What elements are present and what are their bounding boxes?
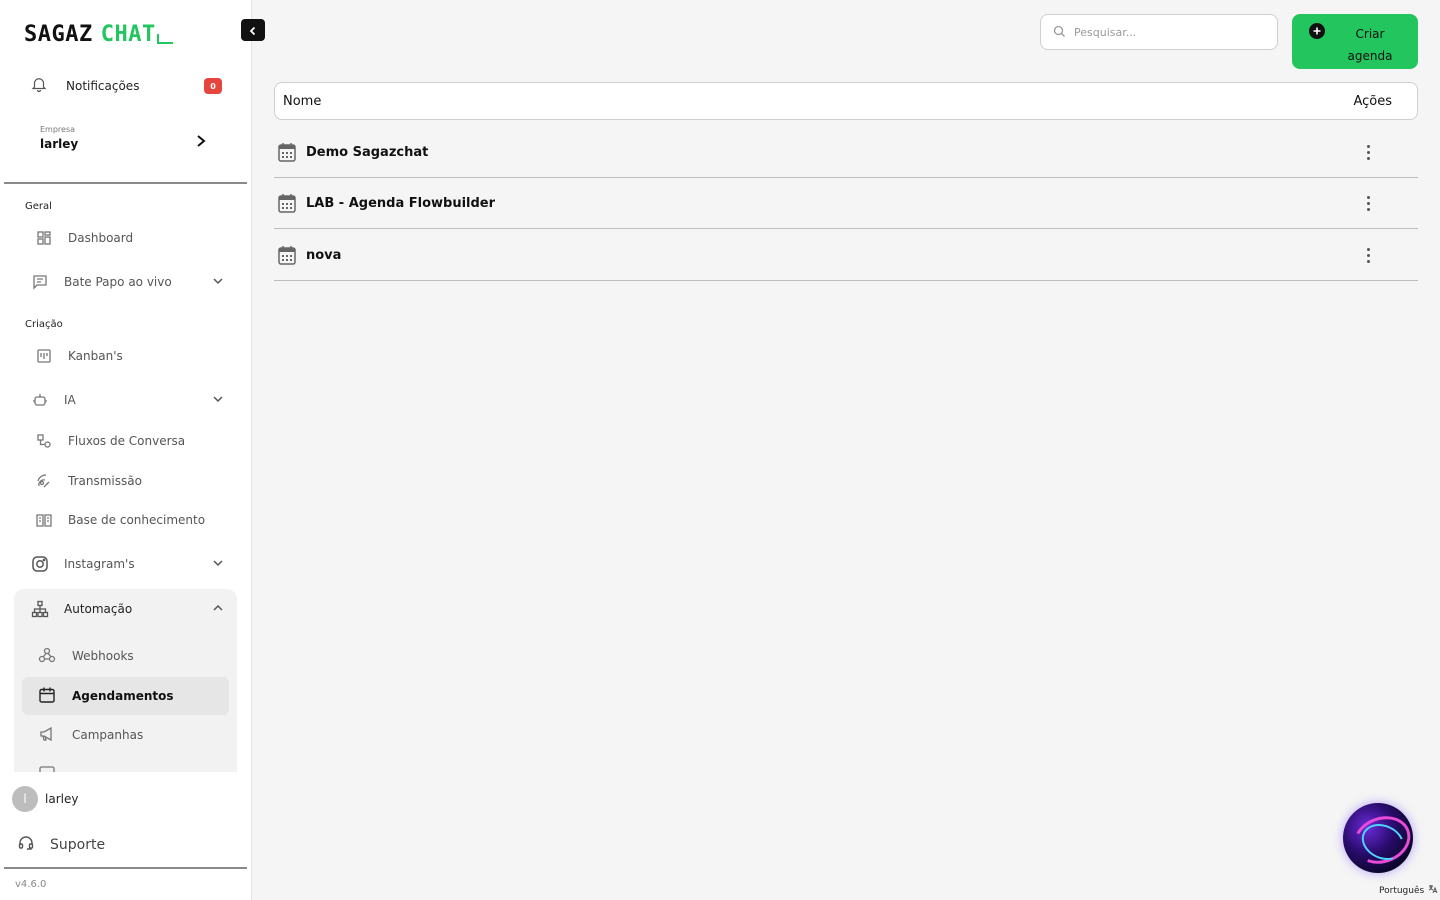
logo-text-accent: CHAT — [100, 21, 156, 47]
sidebar-item-instagram[interactable]: Instagram's — [30, 550, 230, 578]
sidebar: SAGAZ CHAT Notificações 0 Empresa larley… — [0, 0, 252, 900]
section-label-geral: Geral — [25, 201, 52, 212]
sidebar-item-label: Fluxos de Conversa — [68, 434, 186, 448]
sidebar-item-label: IA — [64, 393, 76, 407]
schedule-name: Demo Sagazchat — [306, 144, 429, 160]
create-schedule-button[interactable]: Criar agenda — [1292, 14, 1418, 69]
create-schedule-label-line2: agenda — [1347, 49, 1393, 63]
sidebar-item-webhooks[interactable]: Webhooks — [22, 637, 229, 675]
sidebar-item-label: Webhooks — [72, 649, 134, 663]
sidebar-item-label: Base de conhecimento — [68, 513, 206, 527]
logo-chat-bubble-icon — [156, 34, 173, 44]
user-profile[interactable]: l larley — [12, 786, 78, 812]
network-icon — [30, 599, 50, 619]
chevron-down-icon — [212, 557, 224, 572]
section-label-criacao: Criação — [25, 319, 63, 330]
chevron-right-icon — [195, 133, 207, 152]
book-icon — [34, 510, 54, 530]
calendar-icon — [278, 193, 296, 217]
sidebar-divider — [4, 182, 247, 184]
sidebar-item-label: Instagram's — [64, 557, 135, 571]
calendar-icon — [38, 686, 56, 707]
calendar-icon — [278, 142, 296, 166]
sidebar-item-base-conhecimento[interactable]: Base de conhecimento — [34, 506, 234, 534]
sidebar-item-dashboard[interactable]: Dashboard — [34, 224, 234, 252]
support-button[interactable]: Suporte — [18, 834, 105, 856]
support-label: Suporte — [50, 837, 106, 853]
sidebar-item-automacao[interactable]: Automação — [30, 595, 230, 623]
schedule-name: LAB - Agenda Flowbuilder — [306, 195, 496, 211]
automacao-group: Automação Webhooks Agendamentos Campanha… — [14, 589, 237, 772]
megaphone-icon — [38, 725, 56, 746]
bell-icon — [30, 75, 48, 97]
user-name: larley — [45, 792, 79, 806]
table-header: Nome Ações — [274, 82, 1418, 120]
create-schedule-label: Criar agenda — [1332, 23, 1408, 67]
search-input[interactable] — [1074, 25, 1254, 39]
sidebar-item-label: Automação — [64, 602, 133, 616]
create-schedule-label-line1: Criar — [1355, 27, 1385, 41]
company-name: larley — [40, 137, 79, 151]
robot-icon — [30, 390, 50, 410]
search-icon — [1053, 23, 1066, 42]
table-row[interactable]: LAB - Agenda Flowbuilder — [274, 178, 1418, 229]
sidebar-item-bate-papo[interactable]: Bate Papo ao vivo — [30, 268, 230, 296]
sidebar-item-label: Agendamentos — [72, 689, 174, 703]
app-version: v4.6.0 — [15, 879, 47, 890]
kanban-icon — [34, 346, 54, 366]
sidebar-item-agendamentos[interactable]: Agendamentos — [22, 677, 229, 715]
plus-circle-icon — [1309, 23, 1325, 39]
webhook-icon — [38, 646, 56, 667]
collapse-sidebar-button[interactable] — [241, 19, 265, 41]
sidebar-item-transmissao[interactable]: Transmissão — [34, 467, 234, 495]
more-actions-icon[interactable] — [1358, 244, 1378, 266]
sidebar-item-fluxos[interactable]: Fluxos de Conversa — [34, 427, 234, 455]
sidebar-item-ia[interactable]: IA — [30, 386, 230, 414]
notifications-button[interactable]: Notificações 0 — [30, 74, 226, 98]
language-label: Português — [1379, 885, 1425, 896]
more-actions-icon[interactable] — [1358, 192, 1378, 214]
language-selector[interactable]: Português — [1379, 884, 1438, 897]
broadcast-icon — [34, 471, 54, 491]
calendar-icon — [278, 245, 296, 269]
chevron-down-icon — [212, 393, 224, 408]
column-header-actions: Ações — [1353, 93, 1392, 109]
sidebar-item-label: Campanhas — [72, 728, 144, 742]
column-header-name: Nome — [283, 93, 322, 109]
table-row[interactable]: Demo Sagazchat — [274, 127, 1418, 178]
dashboard-icon — [34, 228, 54, 248]
sidebar-divider-bottom — [4, 867, 247, 869]
sidebar-item-partial-hidden[interactable] — [22, 755, 229, 772]
search-box[interactable] — [1040, 14, 1278, 50]
sidebar-item-label: Transmissão — [68, 474, 142, 488]
sidebar-item-label: Kanban's — [68, 349, 123, 363]
chat-icon — [30, 272, 50, 292]
sidebar-item-campanhas[interactable]: Campanhas — [22, 716, 229, 754]
logo[interactable]: SAGAZ CHAT — [24, 20, 173, 48]
logo-text-primary: SAGAZ — [24, 21, 93, 47]
ai-assistant-orb-button[interactable] — [1343, 803, 1413, 873]
flow-icon — [34, 431, 54, 451]
chevron-up-icon — [212, 602, 224, 617]
translate-icon — [1428, 884, 1438, 897]
instagram-icon — [30, 554, 50, 574]
more-actions-icon[interactable] — [1358, 141, 1378, 163]
sidebar-item-label: Dashboard — [68, 231, 134, 245]
headset-icon — [18, 835, 34, 855]
partial-icon — [38, 764, 56, 772]
company-label: Empresa — [40, 125, 76, 134]
chevron-down-icon — [212, 275, 224, 290]
chevron-left-icon — [248, 21, 258, 40]
avatar: l — [12, 786, 38, 812]
schedule-name: nova — [306, 247, 342, 263]
notifications-count-badge: 0 — [204, 78, 222, 94]
table-row[interactable]: nova — [274, 230, 1418, 281]
notifications-label: Notificações — [66, 79, 140, 93]
sidebar-item-kanban[interactable]: Kanban's — [34, 342, 234, 370]
sidebar-item-label: Bate Papo ao vivo — [64, 275, 172, 289]
company-selector[interactable]: Empresa larley — [40, 125, 215, 161]
